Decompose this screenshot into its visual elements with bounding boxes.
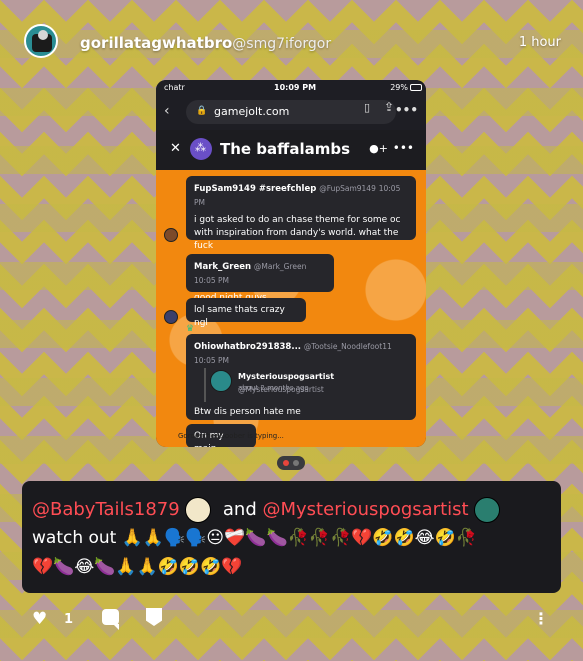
- quoted-time: about 2 months ago: [238, 384, 309, 392]
- user-handle: @smg7iforgor: [232, 36, 332, 52]
- message-time: 10:05 PM: [194, 356, 229, 365]
- comment-icon[interactable]: [102, 609, 119, 630]
- like-count[interactable]: 1: [64, 612, 73, 627]
- caption-line-2: watch out 🙏🙏🗣️🗣️😐❤️‍🩹🍆🍆🥀🥀🥀💔🤣🤣😂🤣🥀: [32, 528, 477, 548]
- close-icon: ✕: [170, 141, 181, 156]
- username[interactable]: gorillatagwhatbro: [80, 34, 232, 52]
- chat-message: FupSam9149 #sreefchlep @FupSam9149 10:05…: [186, 176, 416, 251]
- message-author: Ohiowhatbro291838...: [194, 342, 302, 352]
- chat-header: ✕ The baffalambs ●+ •••: [156, 130, 426, 170]
- url-domain: gamejolt.com: [214, 105, 290, 118]
- post-caption: @BabyTails1879 and @Mysteriouspogsartist…: [22, 481, 561, 593]
- message-author: Mark_Green: [194, 262, 252, 272]
- message-text: i got asked to do an chase theme for som…: [194, 215, 401, 251]
- message-handle: @Mark_Green: [253, 262, 307, 271]
- message-text: lol same thats crazy ngl: [194, 305, 285, 328]
- add-member-icon: ●+: [369, 142, 388, 155]
- chat-message: Ohiowhatbro291838... @Tootsie_Noodlefoot…: [186, 334, 416, 420]
- post-time[interactable]: 1 hour: [519, 35, 561, 50]
- mention-avatar: [185, 497, 212, 523]
- participant-avatar: [164, 310, 178, 324]
- quoted-avatar: [210, 370, 232, 392]
- carrier: chatr: [164, 83, 185, 92]
- crown-icon: ♛: [186, 324, 195, 334]
- browser-url-bar: ‹ 🔒 gamejolt.com ▯ ⇪ •••: [156, 96, 426, 130]
- more-icon[interactable]: ⋮: [533, 609, 549, 628]
- message-handle: @Tootsie_Noodlefoot11: [303, 342, 392, 351]
- avatar[interactable]: [24, 24, 58, 58]
- image-pager[interactable]: [277, 456, 305, 470]
- battery-icon: [410, 84, 422, 91]
- lock-icon: 🔒: [196, 106, 208, 116]
- post-image[interactable]: chatr 10:09 PM 29% ‹ 🔒 gamejolt.com ▯ ⇪ …: [156, 80, 426, 447]
- message-handle: @FupSam9149: [319, 184, 376, 193]
- phone-status-bar: chatr 10:09 PM 29%: [156, 80, 426, 96]
- message-text: Btw dis person hate me: [194, 407, 301, 417]
- gamejolt-icon[interactable]: [146, 608, 162, 626]
- typing-indicator: GordontheeGoober is typing...: [178, 432, 284, 440]
- mention-link[interactable]: @Mysteriouspogsartist: [263, 499, 469, 520]
- mention-avatar: [474, 497, 501, 523]
- status-clock: 10:09 PM: [274, 83, 317, 92]
- chat-body: FupSam9149 #sreefchlep @FupSam9149 10:05…: [156, 170, 426, 447]
- mention-link[interactable]: @BabyTails1879: [32, 499, 180, 520]
- share-icon: ⇪: [383, 100, 394, 114]
- post-header: gorillatagwhatbro@smg7iforgor 1 hour: [0, 0, 583, 80]
- bookmark-icon: ▯: [363, 101, 370, 114]
- chat-message: Mark_Green @Mark_Green 10:05 PM good nig…: [186, 254, 334, 303]
- more-icon: •••: [394, 103, 418, 117]
- back-arrow-icon: ‹: [164, 103, 170, 119]
- pager-dot[interactable]: [293, 460, 299, 466]
- participant-avatar: [164, 228, 178, 242]
- avatar-head: [38, 30, 48, 40]
- chat-message: lol same thats crazy ngl: [186, 298, 306, 328]
- battery-level: 29%: [390, 83, 408, 92]
- quoted-message: Mysteriouspogsartist @Mysteriouspogsarti…: [204, 368, 394, 402]
- caption-text: and: [222, 499, 257, 520]
- caption-line-3: 💔🍆😂🍆🙏🙏🤣🤣🤣💔: [32, 557, 243, 577]
- heart-icon[interactable]: ♥: [32, 609, 47, 629]
- message-time: 10:05 PM: [194, 276, 229, 285]
- pager-dot-active[interactable]: [283, 460, 289, 466]
- chat-menu-icon: •••: [392, 141, 414, 155]
- chat-title: The baffalambs: [220, 140, 350, 158]
- username-link[interactable]: gorillatagwhatbro@smg7iforgor: [80, 34, 331, 52]
- post-actions: ♥ 1 ⋮: [0, 605, 583, 637]
- group-icon: [190, 138, 212, 160]
- caption-line-1: @BabyTails1879 and @Mysteriouspogsartist: [32, 495, 551, 524]
- message-author: FupSam9149 #sreefchlep: [194, 184, 317, 194]
